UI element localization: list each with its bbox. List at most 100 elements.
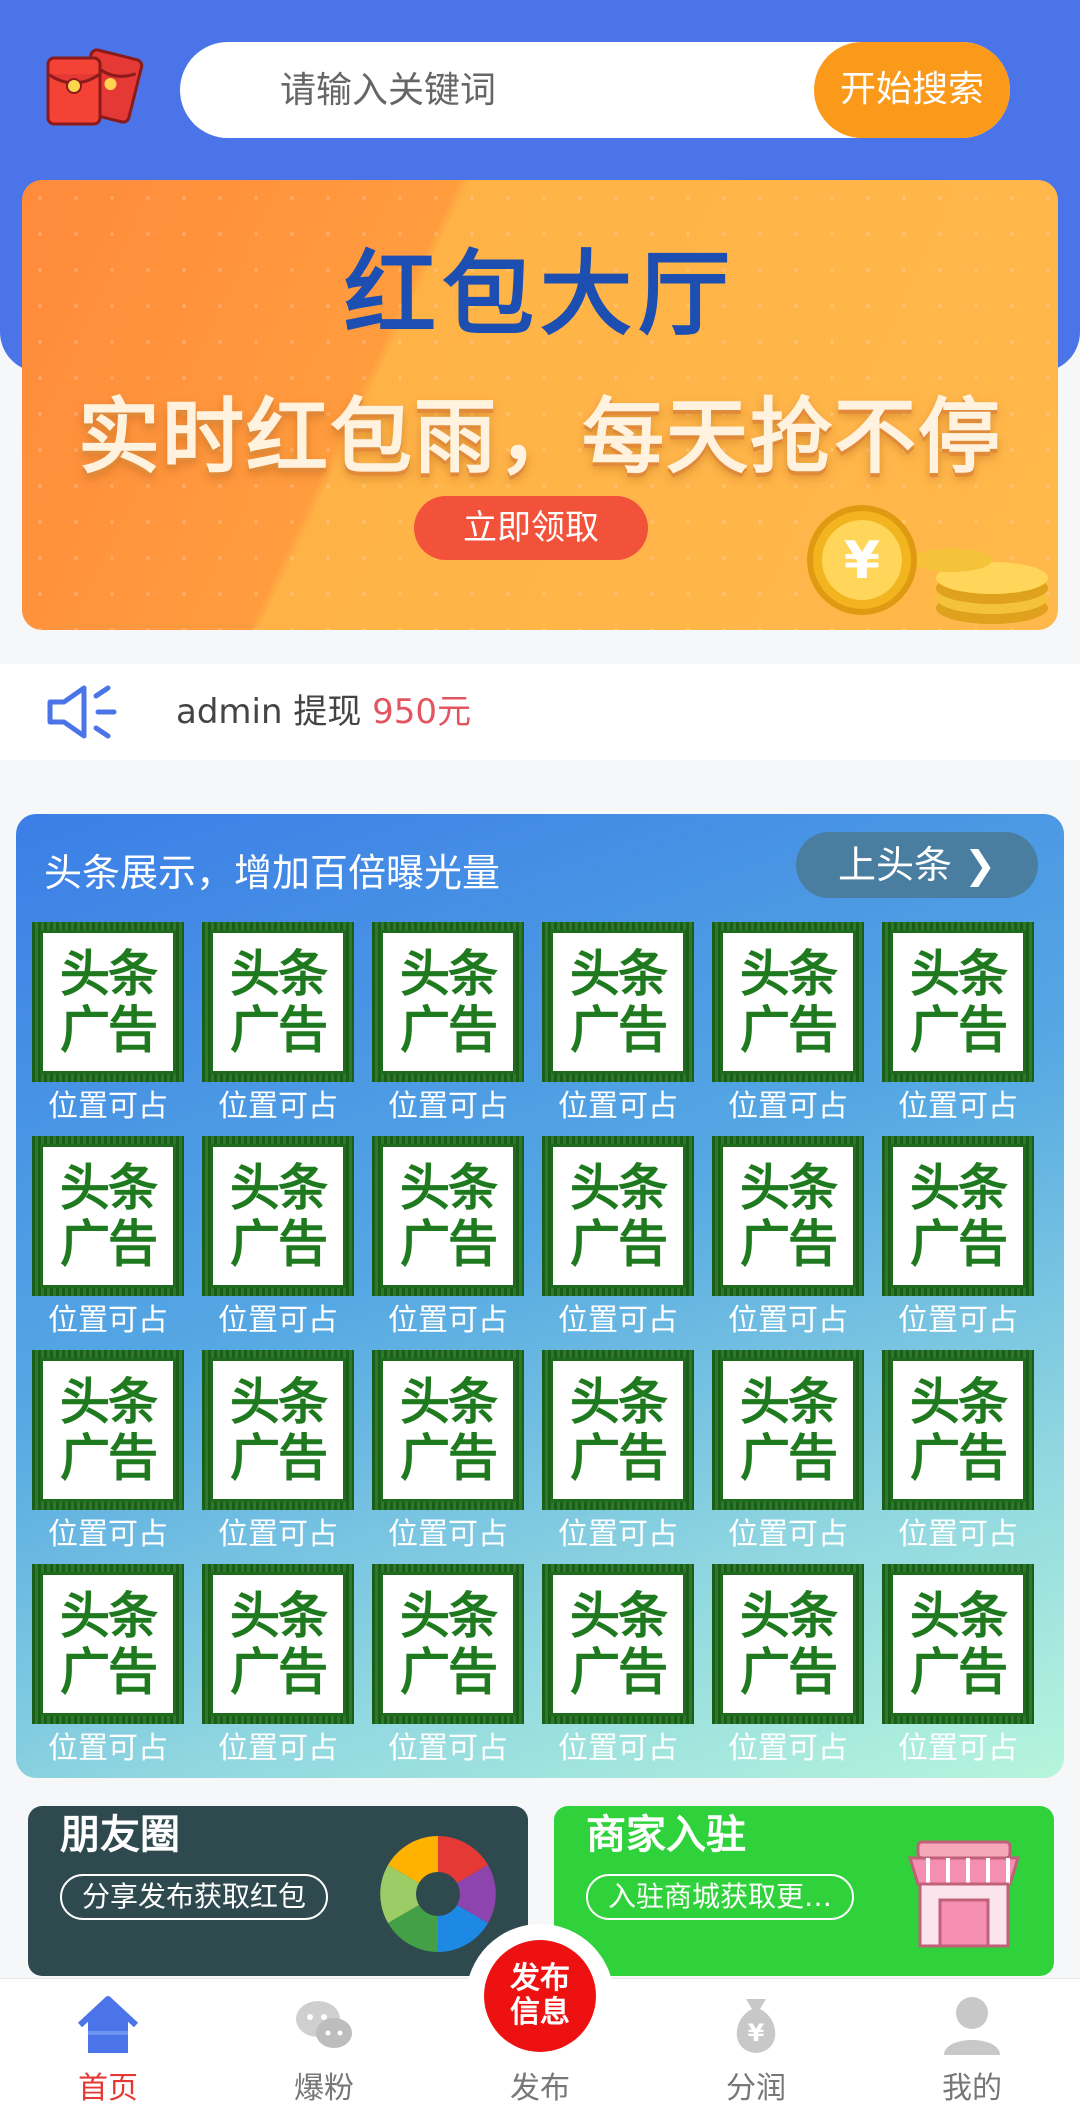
headline-ad-slot-label: 位置可占 (218, 1303, 338, 1338)
headline-ad-text-line1: 头条 (60, 1159, 158, 1217)
headline-ad-slot[interactable]: 头条 广告 位置可占 (882, 1350, 1034, 1554)
headline-ad-slot[interactable]: 头条 广告 位置可占 (202, 1564, 354, 1768)
moments-card[interactable]: 朋友圈 分享发布获取红包 (28, 1806, 528, 1976)
publish-button-line1: 发布 (510, 1961, 570, 1996)
search-button[interactable]: 开始搜索 (814, 42, 1010, 138)
headline-ad-frame: 头条 广告 (380, 1572, 516, 1716)
headline-ad-slot[interactable]: 头条 广告 位置可占 (202, 1350, 354, 1554)
storefront-icon (907, 1840, 1021, 1948)
headline-ad-slot-label: 位置可占 (388, 1731, 508, 1766)
publish-info-button[interactable]: 发布 信息 (484, 1940, 596, 2052)
headline-ad-text-line1: 头条 (400, 1159, 498, 1217)
headline-ad-frame: 头条 广告 (890, 930, 1026, 1074)
headline-ad-slot[interactable]: 头条 广告 位置可占 (542, 922, 694, 1126)
headline-ad-text-line1: 头条 (60, 1373, 158, 1431)
headline-ad-panel: 头条展示，增加百倍曝光量 上头条 ❯ 头条 广告 位置可占 头条 广告 位置可占 头条 广告位… (16, 814, 1064, 1778)
headline-ad-image: 头条 广告 (882, 1350, 1034, 1510)
headline-ad-image: 头条 广告 (712, 1350, 864, 1510)
notice-action: 提现 (293, 692, 362, 732)
headline-ad-frame: 头条 广告 (210, 1144, 346, 1288)
headline-ad-slot[interactable]: 头条 广告 位置可占 (882, 1564, 1034, 1768)
headline-ad-text-line1: 头条 (910, 1373, 1008, 1431)
nav-mine[interactable]: 我的 (864, 1979, 1080, 2114)
headline-ad-frame: 头条 广告 (720, 930, 856, 1074)
headline-ad-text-line2: 广告 (400, 1215, 498, 1273)
banner-subtitle: 实时红包雨，每天抢不停 (77, 390, 1002, 485)
headline-ad-slot[interactable]: 头条 广告 位置可占 (712, 1564, 864, 1768)
headline-ad-slot[interactable]: 头条 广告 位置可占 (712, 922, 864, 1126)
headline-ad-image: 头条 广告 (202, 1350, 354, 1510)
money-bag-icon: ¥ (736, 1999, 776, 2053)
headline-ad-slot[interactable]: 头条 广告 位置可占 (202, 922, 354, 1126)
headline-ad-slot[interactable]: 头条 广告 位置可占 (542, 1136, 694, 1340)
headline-ad-frame: 头条 广告 (40, 930, 176, 1074)
headline-ad-slot-label: 位置可占 (728, 1517, 848, 1552)
headline-ad-text-line2: 广告 (400, 1001, 498, 1059)
headline-ad-slot[interactable]: 头条 广告 位置可占 (32, 1136, 184, 1340)
headline-ad-slot[interactable]: 头条 广告 位置可占 (542, 1564, 694, 1768)
headline-ad-slot[interactable]: 头条 广告 位置可占 (372, 1136, 524, 1340)
headline-ad-slot[interactable]: 头条 广告 位置可占 (32, 922, 184, 1126)
search-input[interactable] (280, 42, 760, 138)
headline-ad-slot-label: 位置可占 (218, 1731, 338, 1766)
headline-ad-frame: 头条 广告 (720, 1144, 856, 1288)
headline-ad-slot[interactable]: 头条 广告 位置可占 (882, 922, 1034, 1126)
headline-ad-text-line2: 广告 (910, 1215, 1008, 1273)
nav-home[interactable]: 首页 (0, 1979, 216, 2114)
headline-ad-image: 头条 广告 (542, 922, 694, 1082)
headline-ad-image: 头条 广告 (372, 922, 524, 1082)
notice-text: admin 提现 950元 (176, 664, 471, 760)
headline-ad-text-line1: 头条 (740, 945, 838, 1003)
headline-ad-slot[interactable]: 头条 广告 位置可占 (372, 922, 524, 1126)
camera-aperture-icon (380, 1836, 496, 1952)
headline-ad-slot[interactable]: 头条 广告 位置可占 (32, 1350, 184, 1554)
withdraw-notice-bar: admin 提现 950元 (0, 664, 1080, 760)
headline-ad-frame: 头条 广告 (890, 1144, 1026, 1288)
headline-ad-slot[interactable]: 头条 广告 位置可占 (32, 1564, 184, 1768)
headline-ad-frame: 头条 广告 (550, 1358, 686, 1502)
nav-share[interactable]: ¥ 分润 (648, 1979, 864, 2114)
headline-ad-slot-label: 位置可占 (388, 1089, 508, 1124)
nav-fans[interactable]: 爆粉 (216, 1979, 432, 2114)
headline-ad-slot-label: 位置可占 (898, 1731, 1018, 1766)
headline-ad-text-line1: 头条 (230, 1159, 328, 1217)
nav-mine-label: 我的 (942, 2071, 1002, 2106)
headline-ad-text-line1: 头条 (400, 1373, 498, 1431)
headline-ad-slot-label: 位置可占 (898, 1089, 1018, 1124)
headline-ad-text-line1: 头条 (570, 945, 668, 1003)
headline-ad-slot[interactable]: 头条 广告 位置可占 (372, 1564, 524, 1768)
headline-ad-slot[interactable]: 头条 广告 位置可占 (542, 1350, 694, 1554)
speaker-icon (47, 685, 117, 739)
headline-ad-image: 头条 广告 (372, 1136, 524, 1296)
notice-user: admin (176, 692, 283, 732)
headline-ad-frame: 头条 广告 (40, 1572, 176, 1716)
headline-ad-frame: 头条 广告 (380, 930, 516, 1074)
headline-ad-slot[interactable]: 头条 广告 位置可占 (372, 1350, 524, 1554)
headline-ad-frame: 头条 广告 (40, 1358, 176, 1502)
headline-ad-text-line2: 广告 (740, 1001, 838, 1059)
svg-text:¥: ¥ (844, 531, 880, 591)
svg-text:¥: ¥ (748, 2019, 765, 2047)
moments-card-title: 朋友圈 (60, 1812, 180, 1858)
headline-ad-slot[interactable]: 头条 广告 位置可占 (882, 1136, 1034, 1340)
headline-ad-image: 头条 广告 (882, 1564, 1034, 1724)
headline-ad-text-line1: 头条 (230, 945, 328, 1003)
headline-ad-image: 头条 广告 (712, 1564, 864, 1724)
headline-ad-slot-label: 位置可占 (728, 1089, 848, 1124)
go-headline-button[interactable]: 上头条 ❯ (796, 832, 1038, 898)
nav-share-label: 分润 (726, 2071, 786, 2106)
headline-ad-text-line2: 广告 (400, 1643, 498, 1701)
red-envelope-logo-icon (44, 48, 144, 132)
headline-ad-slot[interactable]: 头条 广告 位置可占 (712, 1350, 864, 1554)
headline-ad-text-line1: 头条 (60, 1587, 158, 1645)
headline-ad-image: 头条 广告 (32, 922, 184, 1082)
headline-ad-slot[interactable]: 头条 广告 位置可占 (712, 1136, 864, 1340)
headline-ad-slot[interactable]: 头条 广告 位置可占 (202, 1136, 354, 1340)
headline-ad-text-line2: 广告 (230, 1429, 328, 1487)
headline-ad-text-line2: 广告 (230, 1643, 328, 1701)
red-packet-hall-banner[interactable]: 红包大厅 实时红包雨，每天抢不停 立即领取 ¥ (22, 180, 1058, 630)
claim-now-button[interactable]: 立即领取 (414, 496, 648, 560)
headline-ad-text-line2: 广告 (570, 1429, 668, 1487)
merchant-card-pill: 入驻商城获取更… (586, 1874, 855, 1920)
merchant-card[interactable]: 商家入驻 入驻商城获取更… (554, 1806, 1054, 1976)
